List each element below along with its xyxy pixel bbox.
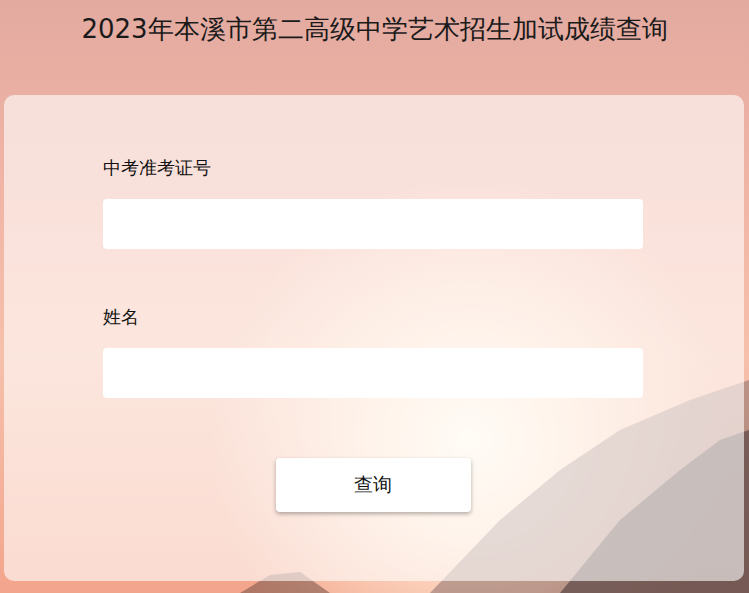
text-input[interactable] (103, 199, 643, 249)
text-input[interactable] (103, 348, 643, 398)
field-label: 姓名 (103, 304, 643, 329)
form-field: 中考准考证号 (103, 155, 643, 249)
query-card: 中考准考证号 姓名 查询 (4, 95, 744, 581)
query-button[interactable]: 查询 (276, 458, 471, 512)
page-title: 2023年本溪市第二高级中学艺术招生加试成绩查询 (0, 0, 749, 83)
query-form: 中考准考证号 姓名 查询 (103, 155, 643, 512)
form-field: 姓名 (103, 304, 643, 398)
field-label: 中考准考证号 (103, 155, 643, 180)
query-page: 2023年本溪市第二高级中学艺术招生加试成绩查询 中考准考证号 姓名 查询 (0, 0, 749, 593)
